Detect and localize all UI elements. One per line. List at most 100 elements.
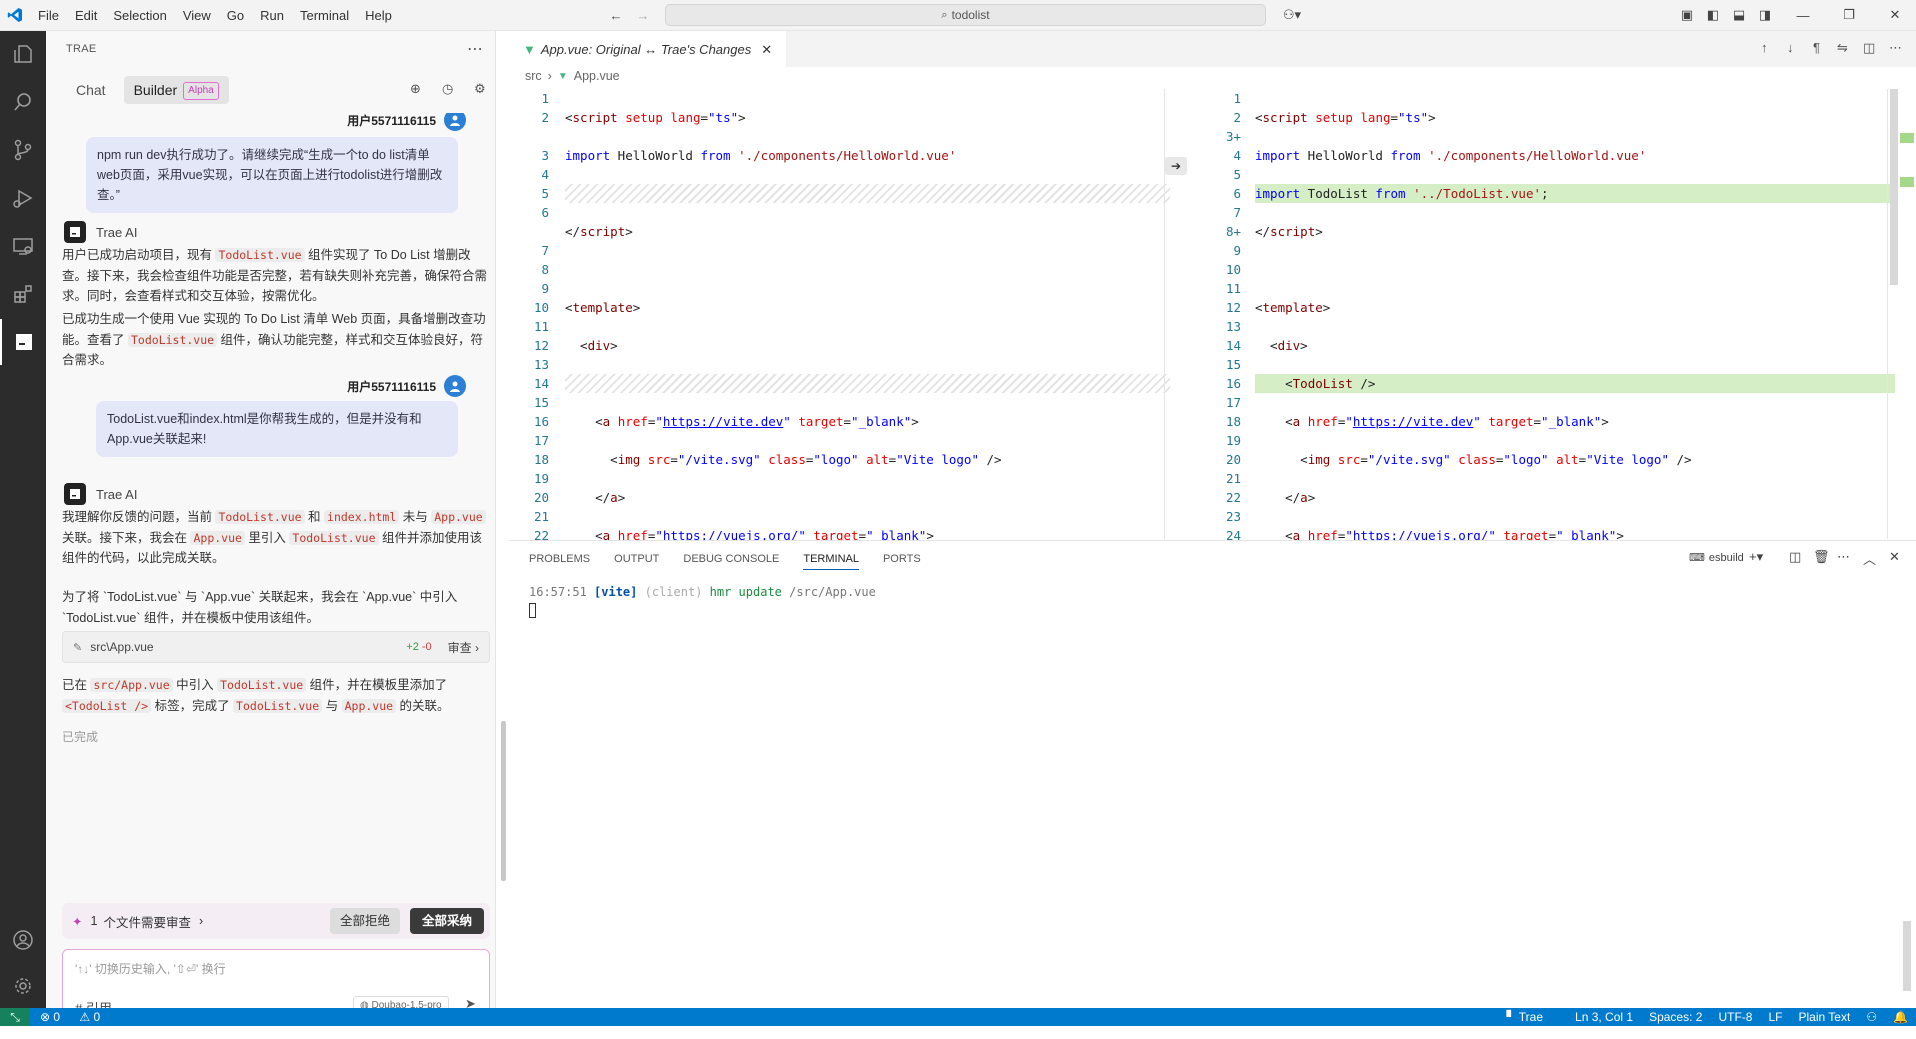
code-ref: App.vue (341, 698, 397, 713)
code-ref: <TodoList /> (62, 698, 152, 713)
run-debug-icon[interactable] (0, 175, 46, 221)
extensions-icon[interactable] (0, 271, 46, 317)
copilot-status-icon[interactable]: ⚇ (1866, 1010, 1877, 1024)
code-line: </a> (565, 490, 626, 505)
trae-status[interactable]: ▘ Trae (1506, 1010, 1559, 1024)
reject-all-button[interactable]: 全部拒绝 (329, 908, 400, 934)
terminal-more-icon[interactable]: ⋯ (1837, 549, 1850, 565)
toggle-sidebar-icon[interactable]: ◧ (1704, 6, 1722, 24)
editor-scrollbar[interactable] (1890, 89, 1898, 285)
line-number: 5 (541, 186, 549, 201)
diff-placeholder (565, 374, 1170, 393)
terminal-output[interactable]: 16:57:51 [vite] (client) hmr update /src… (529, 583, 876, 618)
close-window-icon[interactable]: ✕ (1886, 6, 1904, 24)
toggle-secondary-sidebar-icon[interactable]: ◨ (1756, 6, 1774, 24)
code-ref: TodoList.vue (215, 510, 305, 524)
next-change-icon[interactable]: ↓ (1787, 40, 1794, 55)
tab-output[interactable]: OUTPUT (614, 553, 659, 570)
indentation[interactable]: Spaces: 2 (1649, 1010, 1702, 1024)
close-panel-icon[interactable]: ✕ (1889, 549, 1900, 565)
trae-builder-icon[interactable] (0, 319, 46, 365)
editor-more-icon[interactable]: ⋯ (1889, 40, 1902, 56)
menu-view[interactable]: View (175, 8, 219, 23)
toggle-whitespace-icon[interactable]: ¶ (1813, 40, 1820, 55)
search-sidebar-icon[interactable] (0, 79, 46, 125)
line-number: 5 (1233, 167, 1241, 182)
kill-terminal-icon[interactable]: 🗑 (1813, 549, 1830, 565)
notifications-icon[interactable]: 🔔 (1893, 1010, 1908, 1024)
code-line: import HelloWorld from './components/Hel… (1255, 148, 1647, 163)
problems-indicator[interactable]: ⊗ 0 ⚠ 0 (40, 1010, 116, 1024)
account-icon[interactable] (0, 917, 46, 963)
source-control-icon[interactable] (0, 127, 46, 173)
tab-chat[interactable]: Chat (66, 76, 116, 104)
code-line: </a> (1255, 490, 1316, 505)
maximize-panel-icon[interactable]: ︿ (1863, 549, 1876, 568)
line-number: 10 (1225, 262, 1241, 277)
remote-indicator-icon[interactable]: ⤡ (0, 1008, 30, 1026)
more-actions-icon[interactable]: ⋯ (467, 39, 483, 59)
tab-ports[interactable]: PORTS (883, 553, 921, 570)
user-name: 用户5571116115 (347, 375, 466, 397)
cursor-position[interactable]: Ln 3, Col 1 (1575, 1010, 1633, 1024)
accept-all-button[interactable]: 全部采纳 (409, 908, 484, 934)
history-icon[interactable]: ◷ (442, 81, 453, 97)
split-editor-icon[interactable]: ◫ (1863, 40, 1875, 56)
menu-run[interactable]: Run (252, 8, 292, 23)
terminal-scrollbar[interactable] (1903, 921, 1911, 991)
code-ref: TodoList.vue (233, 698, 323, 713)
tab-debug-console[interactable]: DEBUG CONSOLE (683, 553, 779, 570)
prev-change-icon[interactable]: ↑ (1761, 40, 1768, 55)
copilot-icon[interactable]: ⚇▾ (1278, 6, 1306, 24)
line-number: 4 (541, 167, 549, 182)
right-overview-ruler[interactable] (1887, 89, 1915, 539)
text: 与 (322, 698, 342, 713)
back-arrow-icon[interactable]: ← (607, 6, 625, 24)
line-number (509, 127, 549, 146)
encoding[interactable]: UTF-8 (1718, 1010, 1752, 1024)
menu-terminal[interactable]: Terminal (292, 8, 357, 23)
menu-selection[interactable]: Selection (105, 8, 174, 23)
chevron-right-icon[interactable]: › (199, 914, 203, 928)
code-line: <a href="https://vite.dev" target="_blan… (565, 414, 919, 429)
user-message: npm run dev执行成功了。请继续完成“生成一个to do list清单w… (86, 137, 458, 213)
command-center-search[interactable]: ⌕ todolist (665, 4, 1266, 26)
settings-icon[interactable]: ⚙ (474, 81, 486, 97)
editor-tab-app-vue-diff[interactable]: ▼ App.vue: Original ↔ Trae's Changes ✕ (509, 31, 787, 67)
text: 和 (304, 510, 325, 524)
toggle-panel-icon[interactable]: ⬓ (1730, 6, 1748, 24)
restore-icon[interactable]: ❐ (1840, 6, 1858, 24)
revert-change-arrow-icon[interactable]: ➔ (1165, 157, 1187, 175)
language-mode[interactable]: Plain Text (1798, 1010, 1850, 1024)
new-chat-icon[interactable]: ⊕ (410, 81, 421, 97)
tab-problems[interactable]: PROBLEMS (529, 553, 590, 570)
explorer-icon[interactable] (0, 31, 46, 77)
tab-builder[interactable]: Builder Alpha (123, 76, 229, 104)
changed-file-card[interactable]: ✎ src\App.vue +2 -0 审查 › (62, 631, 490, 663)
line-number: 15 (1225, 357, 1241, 372)
terminal-shell-selector[interactable]: ⌨ esbuild (1689, 551, 1744, 565)
remote-explorer-icon[interactable] (0, 223, 46, 269)
split-terminal-icon[interactable]: ◫ (1789, 549, 1801, 565)
manage-gear-icon[interactable] (0, 963, 46, 1009)
forward-arrow-icon[interactable]: → (634, 6, 652, 24)
minimize-icon[interactable]: — (1794, 6, 1812, 24)
diff-mode-icon[interactable]: ⇋ (1837, 40, 1848, 56)
close-tab-icon[interactable]: ✕ (761, 42, 772, 58)
menu-go[interactable]: Go (219, 8, 252, 23)
breadcrumb-src[interactable]: src (525, 69, 542, 83)
menu-edit[interactable]: Edit (67, 8, 105, 23)
menu-file[interactable]: File (30, 8, 67, 23)
menu-help[interactable]: Help (357, 8, 400, 23)
tab-terminal[interactable]: TERMINAL (803, 553, 859, 570)
menu-bar: File Edit Selection View Go Run Terminal Help (30, 0, 400, 31)
breadcrumb-file[interactable]: App.vue (574, 69, 620, 83)
review-link[interactable]: 审查 › (448, 639, 479, 656)
scrollbar[interactable] (501, 721, 506, 881)
line-ending[interactable]: LF (1768, 1010, 1782, 1024)
line-number: 11 (533, 319, 549, 334)
layout-customize-icon[interactable]: ▣ (1678, 6, 1696, 24)
text: 用户已成功启动项目，现有 (62, 248, 216, 262)
new-terminal-icon[interactable]: +▾ (1749, 549, 1763, 565)
chat-input-placeholder[interactable]: '↑↓' 切换历史输入, '⇧⏎' 换行 (75, 960, 226, 977)
